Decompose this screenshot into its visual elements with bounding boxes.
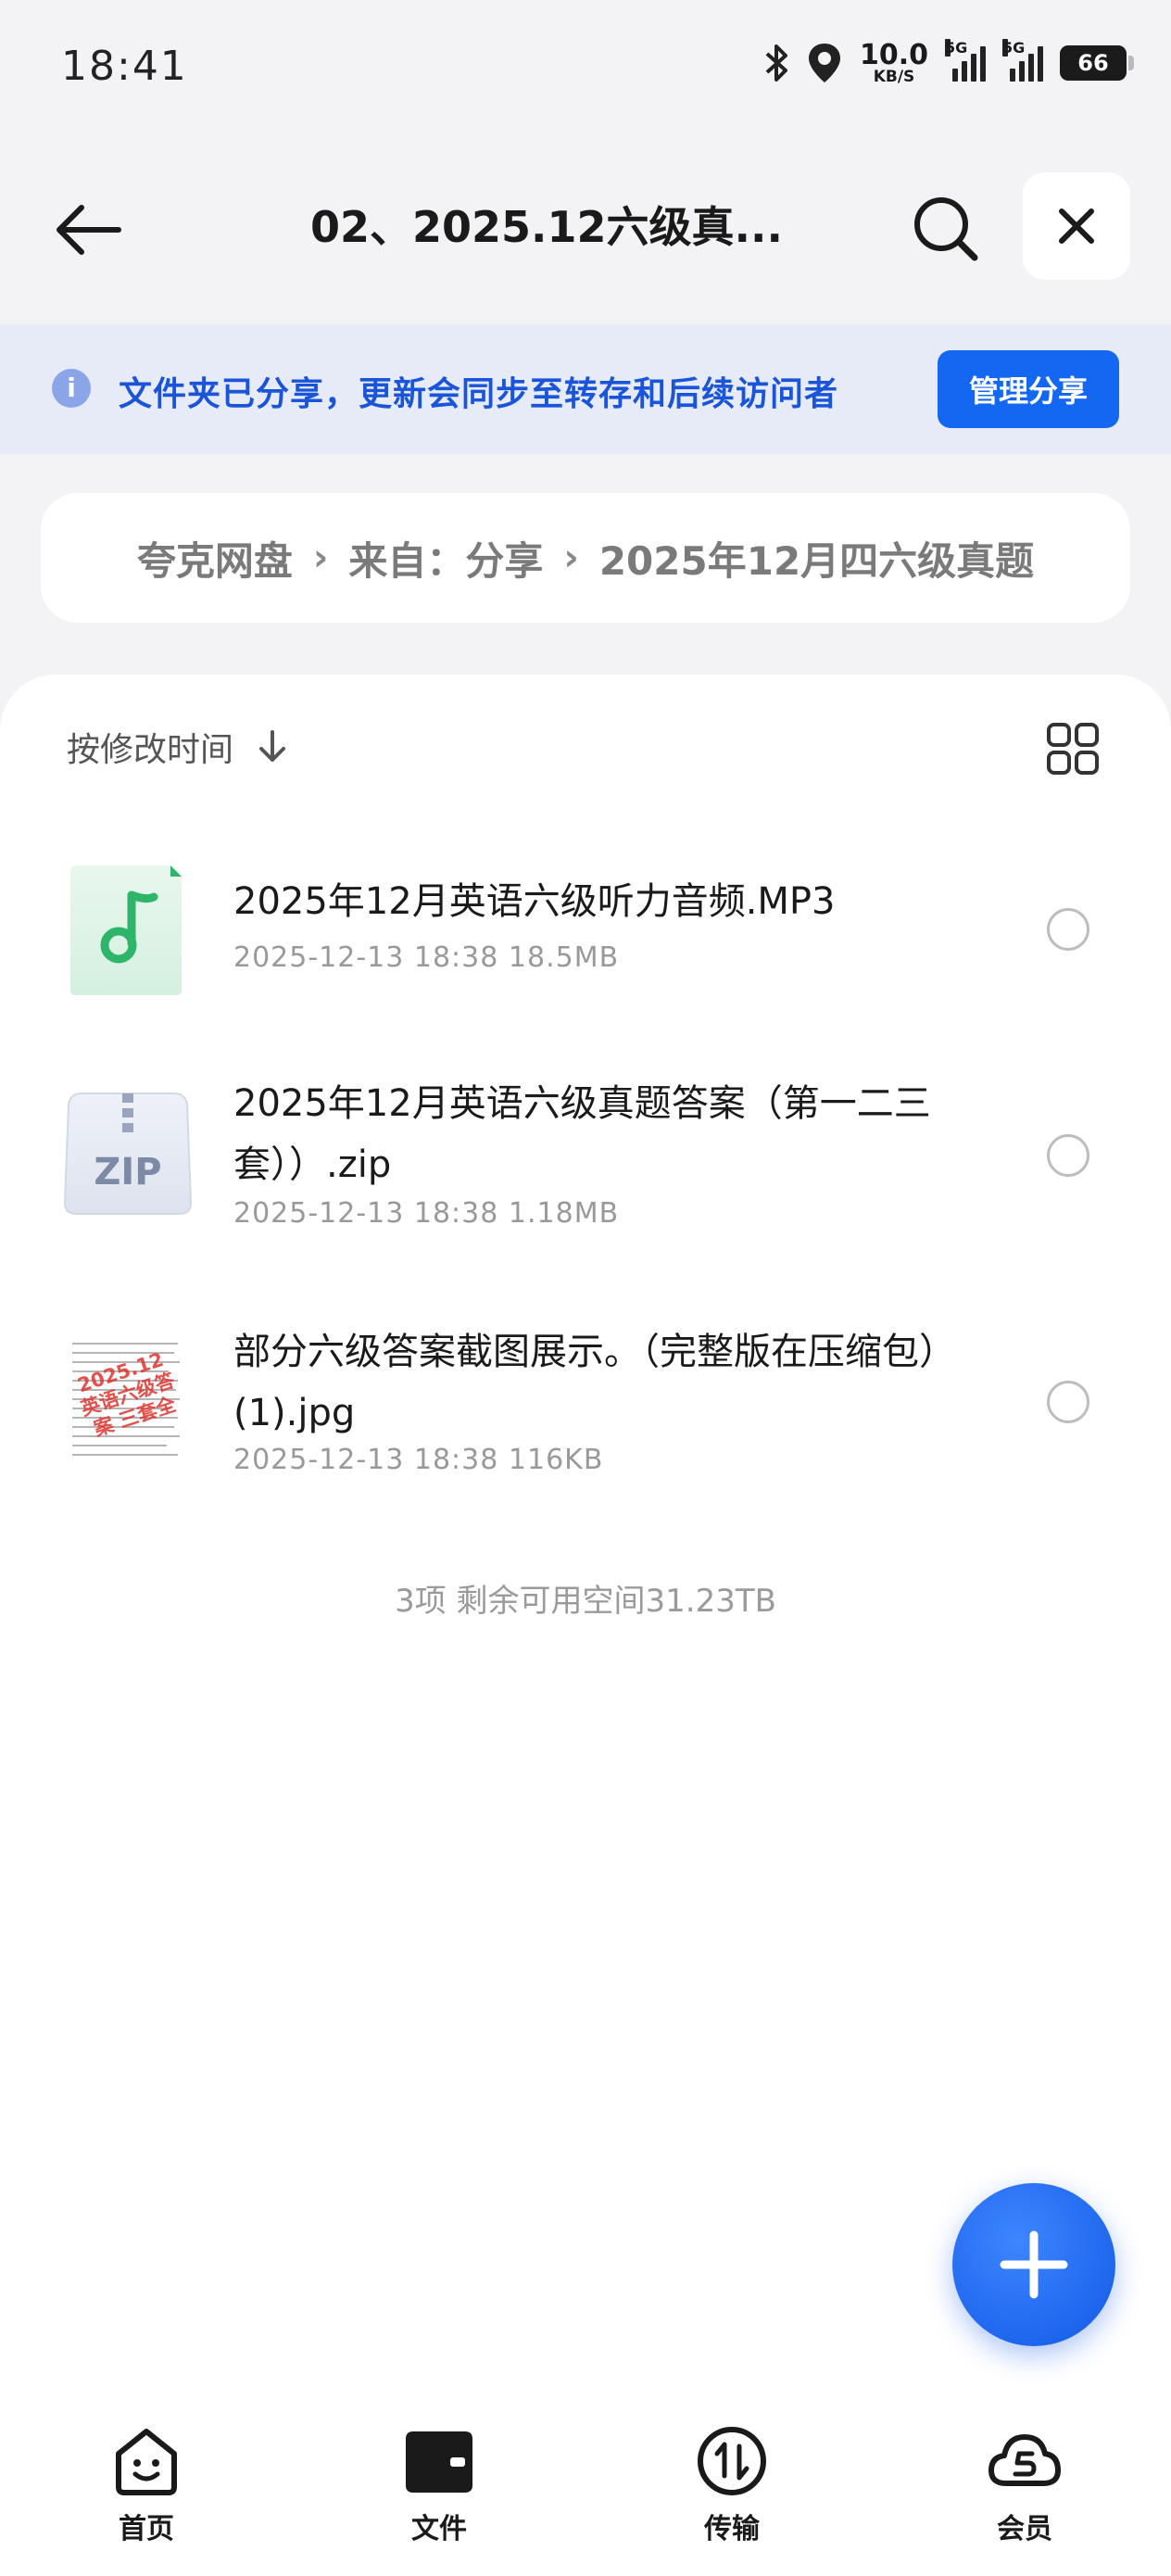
folder-icon bbox=[406, 2431, 472, 2493]
search-icon bbox=[914, 197, 978, 261]
file-row[interactable]: 2025年12月英语六级听力音频.MP3 2025-12-13 18:38 18… bbox=[0, 843, 1171, 1010]
chevron-right-icon: › bbox=[563, 537, 579, 579]
add-button[interactable] bbox=[952, 2183, 1115, 2346]
back-arrow-icon bbox=[57, 205, 121, 255]
signal-5g-2: 5G bbox=[1002, 39, 1043, 82]
nav-label-files: 文件 bbox=[411, 2513, 467, 2545]
search-button[interactable] bbox=[910, 193, 980, 263]
file-date: 2025-12-13 18:38 bbox=[233, 1197, 499, 1230]
sort-control[interactable]: 按修改时间 bbox=[67, 723, 289, 771]
breadcrumb-item-root[interactable]: 夸克网盘 bbox=[137, 530, 293, 587]
breadcrumb-item-current: 2025年12月四六级真题 bbox=[598, 537, 1035, 584]
select-checkbox[interactable] bbox=[1047, 1134, 1089, 1177]
signal-5g-1: 5G bbox=[945, 39, 986, 82]
nav-label-home: 首页 bbox=[119, 2513, 174, 2545]
file-meta: 2025-12-13 18:38 18.5MB bbox=[233, 941, 619, 974]
arrow-down-icon bbox=[259, 730, 286, 762]
status-bar: 18:41 10.0 KB/S 5G 5G 66 bbox=[0, 0, 1171, 139]
close-button[interactable] bbox=[1023, 172, 1130, 280]
info-icon: i bbox=[52, 369, 91, 408]
status-time: 18:41 bbox=[61, 43, 188, 90]
nav-label-transfer: 传输 bbox=[704, 2513, 760, 2545]
status-icons: 10.0 KB/S 5G 5G 66 bbox=[763, 37, 1134, 89]
file-size: 116KB bbox=[508, 1444, 604, 1476]
share-banner-text: 文件夹已分享，更新会同步至转存和后续访问者 bbox=[119, 375, 839, 413]
battery-indicator: 66 bbox=[1060, 45, 1134, 81]
grid-view-button[interactable] bbox=[1045, 721, 1101, 777]
plus-icon bbox=[1000, 2230, 1068, 2299]
member-cloud-icon bbox=[988, 2434, 1061, 2486]
manage-share-button[interactable]: 管理分享 bbox=[938, 350, 1119, 428]
close-icon bbox=[1059, 208, 1094, 244]
file-row[interactable]: 2025.12 英语六级答案 三套全 部分六级答案截图展示。（完整版在压缩包）(… bbox=[0, 1314, 1171, 1499]
chevron-right-icon: › bbox=[312, 537, 329, 579]
file-date: 2025-12-13 18:38 bbox=[233, 941, 499, 974]
bluetooth-icon bbox=[765, 44, 787, 82]
audio-file-icon bbox=[67, 860, 187, 999]
net-speed: 10.0 KB/S bbox=[859, 38, 928, 86]
nav-item-home[interactable]: 首页 bbox=[0, 2400, 293, 2576]
file-size: 18.5MB bbox=[508, 941, 620, 974]
select-checkbox[interactable] bbox=[1047, 1381, 1089, 1423]
file-row[interactable]: ZIP 2025年12月英语六级真题答案（第一二三套））.zip 2025-12… bbox=[0, 1066, 1171, 1251]
grid-view-icon bbox=[1047, 723, 1099, 775]
back-button[interactable] bbox=[52, 193, 126, 267]
file-name: 2025年12月英语六级听力音频.MP3 bbox=[233, 880, 836, 923]
bottom-nav: 首页 文件 传输 会员 bbox=[0, 2400, 1171, 2576]
file-meta: 2025-12-13 18:38 1.18MB bbox=[233, 1197, 619, 1230]
select-checkbox[interactable] bbox=[1047, 908, 1089, 951]
file-size: 1.18MB bbox=[508, 1197, 620, 1230]
file-name: 2025年12月英语六级真题答案（第一二三套））.zip bbox=[233, 1082, 931, 1186]
nav-item-files[interactable]: 文件 bbox=[293, 2400, 586, 2576]
page-title: 02、2025.12六级真... bbox=[310, 202, 783, 252]
sort-label: 按修改时间 bbox=[67, 731, 234, 769]
breadcrumb: 夸克网盘 › 来自：分享 › 2025年12月四六级真题 bbox=[41, 493, 1130, 623]
file-meta: 2025-12-13 18:38 116KB bbox=[233, 1444, 603, 1476]
home-face-icon bbox=[116, 2429, 177, 2495]
storage-summary: 3项 剩余可用空间31.23TB bbox=[395, 1583, 776, 1620]
transfer-icon bbox=[698, 2427, 766, 2495]
image-thumbnail: 2025.12 英语六级答案 三套全 bbox=[67, 1332, 187, 1471]
nav-item-transfer[interactable]: 传输 bbox=[586, 2400, 878, 2576]
nav-item-member[interactable]: 会员 bbox=[878, 2400, 1171, 2576]
nav-label-member: 会员 bbox=[997, 2513, 1052, 2545]
file-name: 部分六级答案截图展示。（完整版在压缩包）(1).jpg bbox=[233, 1331, 938, 1434]
location-icon bbox=[808, 44, 840, 82]
file-date: 2025-12-13 18:38 bbox=[233, 1444, 499, 1476]
zip-label: ZIP bbox=[94, 1151, 162, 1193]
breadcrumb-item-share[interactable]: 来自：分享 bbox=[348, 530, 543, 587]
zip-file-icon: ZIP bbox=[63, 1086, 193, 1225]
